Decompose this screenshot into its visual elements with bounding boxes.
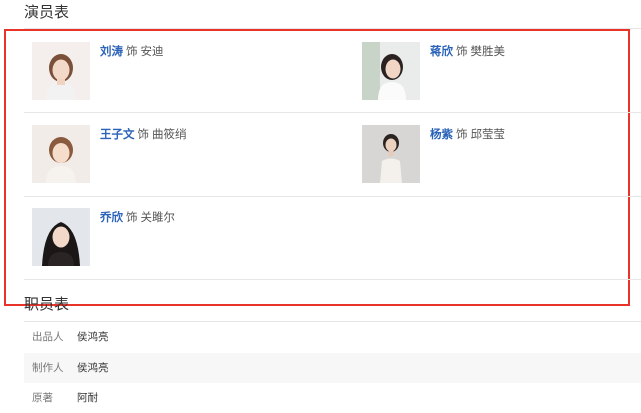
as-label: 饰 bbox=[126, 210, 138, 224]
role-name: 曲筱绡 bbox=[152, 127, 187, 141]
crew-section-title: 职员表 bbox=[24, 295, 70, 313]
crew-label: 原著 bbox=[32, 392, 53, 404]
actor-photo[interactable] bbox=[32, 125, 90, 183]
actor-card: 蒋欣饰樊胜美 bbox=[362, 42, 622, 102]
crew-row: 制作人 侯鸿亮 bbox=[24, 353, 641, 383]
actor-card: 王子文饰曲筱绡 bbox=[32, 125, 332, 185]
role-name: 关雎尔 bbox=[140, 210, 176, 224]
crew-label: 出品人 bbox=[32, 331, 64, 343]
actor-credit: 蒋欣饰樊胜美 bbox=[430, 44, 505, 58]
actor-name-link[interactable]: 杨紫 bbox=[430, 127, 453, 141]
role-name: 邱莹莹 bbox=[470, 127, 506, 141]
as-label: 饰 bbox=[456, 127, 468, 141]
actor-card: 杨紫饰邱莹莹 bbox=[362, 125, 622, 185]
crew-value[interactable]: 侯鸿亮 bbox=[77, 322, 109, 352]
crew-value[interactable]: 阿耐 bbox=[77, 383, 98, 413]
crew-row: 原著 阿耐 bbox=[24, 383, 641, 413]
as-label: 饰 bbox=[126, 44, 138, 58]
crew-row: 出品人 侯鸿亮 bbox=[24, 322, 641, 352]
as-label: 饰 bbox=[137, 127, 150, 141]
actor-name-link[interactable]: 王子文 bbox=[100, 127, 135, 141]
actor-photo[interactable] bbox=[362, 125, 420, 183]
role-name: 安迪 bbox=[140, 44, 164, 58]
actor-photo[interactable] bbox=[32, 42, 90, 100]
actor-name-link[interactable]: 蒋欣 bbox=[430, 44, 453, 58]
actor-credit: 刘涛饰安迪 bbox=[100, 44, 164, 58]
cast-row-divider bbox=[24, 196, 641, 197]
crew-label: 制作人 bbox=[32, 362, 64, 374]
actor-credit: 乔欣饰关雎尔 bbox=[100, 210, 175, 224]
crew-value[interactable]: 侯鸿亮 bbox=[77, 353, 109, 383]
as-label: 饰 bbox=[456, 44, 468, 58]
actor-photo[interactable] bbox=[32, 208, 90, 266]
actor-card: 刘涛饰安迪 bbox=[32, 42, 332, 102]
actor-photo[interactable] bbox=[362, 42, 420, 100]
cast-row-divider bbox=[24, 112, 641, 113]
actor-credit: 杨紫饰邱莹莹 bbox=[430, 127, 505, 141]
cast-section-title: 演员表 bbox=[24, 3, 70, 21]
actor-card: 乔欣饰关雎尔 bbox=[32, 208, 332, 268]
actor-name-link[interactable]: 刘涛 bbox=[100, 44, 123, 58]
actor-credit: 王子文饰曲筱绡 bbox=[100, 127, 187, 141]
actor-name-link[interactable]: 乔欣 bbox=[100, 210, 123, 224]
role-name: 樊胜美 bbox=[470, 44, 506, 58]
cast-row-divider bbox=[24, 279, 641, 280]
